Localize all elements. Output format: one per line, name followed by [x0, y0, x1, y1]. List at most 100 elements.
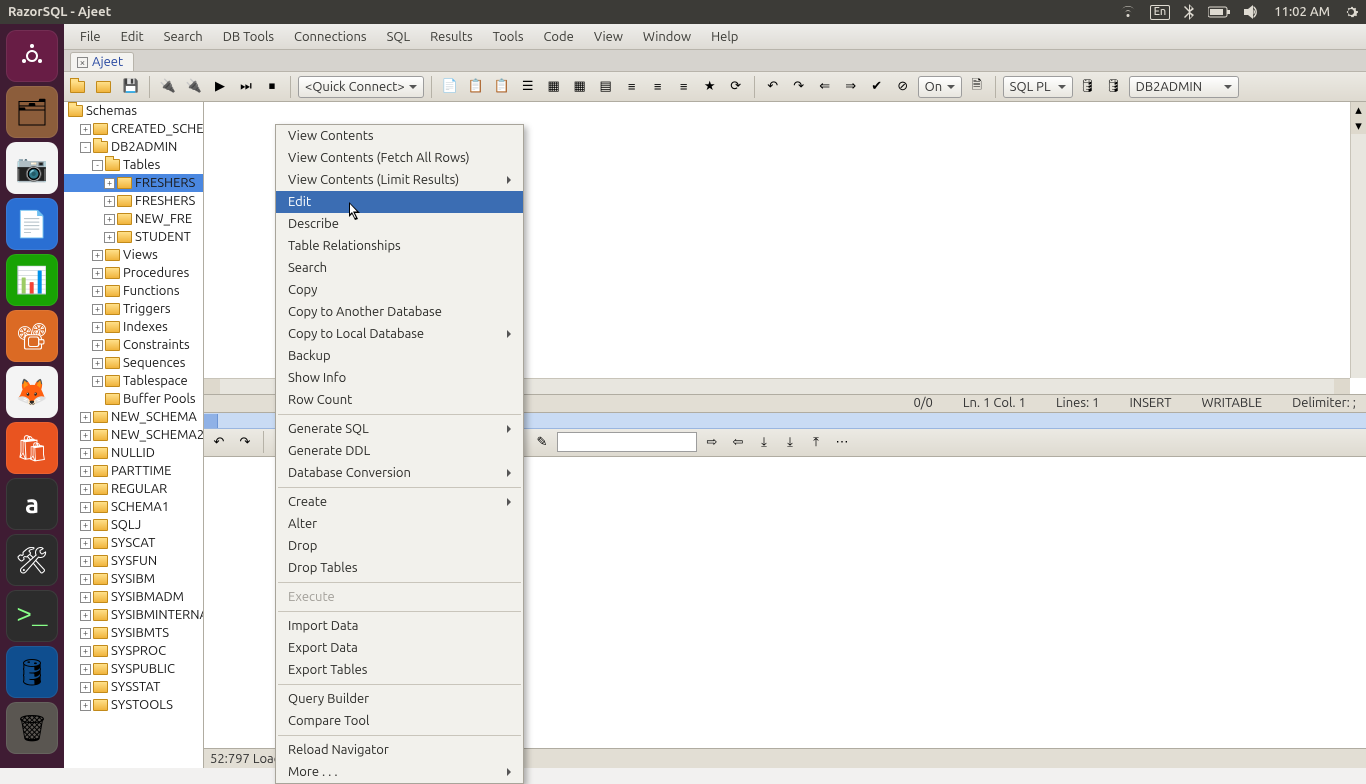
menu-file[interactable]: File: [70, 27, 111, 47]
tree-item[interactable]: +SCHEMA1: [64, 498, 203, 516]
expand-icon[interactable]: +: [104, 196, 115, 207]
context-menu-item[interactable]: Create: [276, 491, 523, 513]
stop-icon[interactable]: ⏹: [261, 76, 283, 98]
amazon-icon[interactable]: a: [6, 478, 58, 530]
tree-item[interactable]: +NULLID: [64, 444, 203, 462]
expand-icon[interactable]: +: [80, 574, 91, 585]
context-menu-item[interactable]: Search: [276, 257, 523, 279]
expand-icon[interactable]: +: [80, 664, 91, 675]
menu-window[interactable]: Window: [633, 27, 701, 47]
expand-icon[interactable]: +: [80, 592, 91, 603]
tree-item[interactable]: +SYSPUBLIC: [64, 660, 203, 678]
save-icon[interactable]: 💾: [120, 76, 142, 98]
tree-item[interactable]: +PARTTIME: [64, 462, 203, 480]
context-menu-item[interactable]: Generate SQL: [276, 418, 523, 440]
scroll-down-icon[interactable]: ▾: [1351, 118, 1366, 134]
disconnect-icon[interactable]: 🔌: [183, 76, 205, 98]
connection-tab[interactable]: × Ajeet: [70, 52, 134, 71]
new-sql-icon[interactable]: 📄: [439, 76, 461, 98]
context-menu-item[interactable]: Drop: [276, 535, 523, 557]
tree-item[interactable]: +SYSTOOLS: [64, 696, 203, 714]
tree-item[interactable]: Buffer Pools: [64, 390, 203, 408]
table-icon[interactable]: ▦: [543, 76, 565, 98]
expand-icon[interactable]: +: [104, 214, 115, 225]
align-right-icon[interactable]: ≡: [673, 76, 695, 98]
writer-icon[interactable]: 📄: [6, 198, 58, 250]
expand-icon[interactable]: +: [80, 628, 91, 639]
menu-dbtools[interactable]: DB Tools: [213, 27, 284, 47]
quick-connect-select[interactable]: <Quick Connect>: [298, 76, 424, 98]
expand-icon[interactable]: +: [92, 268, 103, 279]
list-icon[interactable]: ☰: [517, 76, 539, 98]
context-menu-item[interactable]: Show Info: [276, 367, 523, 389]
context-menu-item[interactable]: Query Builder: [276, 688, 523, 710]
tree-item[interactable]: +Sequences: [64, 354, 203, 372]
expand-icon[interactable]: +: [80, 538, 91, 549]
dash-home-icon[interactable]: [6, 30, 58, 82]
redo-icon[interactable]: ↷: [788, 76, 810, 98]
expand-icon[interactable]: +: [80, 502, 91, 513]
folder-open-icon[interactable]: [68, 76, 90, 98]
tree-item[interactable]: +Views: [64, 246, 203, 264]
expand-icon[interactable]: +: [80, 466, 91, 477]
db2-icon[interactable]: 🛢: [1103, 76, 1125, 98]
expand-icon[interactable]: +: [104, 232, 115, 243]
tree-root[interactable]: Schemas: [64, 102, 203, 120]
context-menu-item[interactable]: Compare Tool: [276, 710, 523, 732]
lang-select[interactable]: SQL PL: [1003, 76, 1073, 98]
collapse-icon[interactable]: -: [80, 142, 91, 153]
execute-icon[interactable]: ▶: [209, 76, 231, 98]
find-next-icon[interactable]: ⇨: [701, 431, 723, 453]
menu-sql[interactable]: SQL: [377, 27, 421, 47]
calc-icon[interactable]: 📊: [6, 254, 58, 306]
context-menu-item[interactable]: Generate DDL: [276, 440, 523, 462]
favorite-icon[interactable]: ★: [699, 76, 721, 98]
execute-all-icon[interactable]: ⏭: [235, 76, 257, 98]
tree-item[interactable]: +SYSPROC: [64, 642, 203, 660]
context-menu-item[interactable]: Row Count: [276, 389, 523, 411]
history-back-icon[interactable]: ↶: [208, 431, 230, 453]
scroll-up-icon[interactable]: ▴: [1351, 102, 1366, 118]
expand-icon[interactable]: +: [92, 376, 103, 387]
tree-item[interactable]: +CREATED_SCHEMA: [64, 120, 203, 138]
impress-icon[interactable]: 📽: [6, 310, 58, 362]
expand-icon[interactable]: +: [80, 484, 91, 495]
expand-icon[interactable]: +: [80, 412, 91, 423]
tree-item[interactable]: +SYSIBMTS: [64, 624, 203, 642]
razorsql-icon[interactable]: 🛢: [6, 646, 58, 698]
gear-icon[interactable]: [1344, 5, 1358, 19]
expand-icon[interactable]: +: [80, 646, 91, 657]
rollback-icon[interactable]: ⊘: [892, 76, 914, 98]
menu-edit[interactable]: Edit: [111, 27, 154, 47]
collapse-icon[interactable]: -: [92, 160, 103, 171]
trash-icon[interactable]: 🗑: [6, 702, 58, 754]
import-icon[interactable]: ⤒: [805, 431, 827, 453]
tree-item[interactable]: +Procedures: [64, 264, 203, 282]
settings-icon[interactable]: 🛠: [6, 534, 58, 586]
context-menu-item[interactable]: View Contents (Limit Results): [276, 169, 523, 191]
tree-item[interactable]: +Functions: [64, 282, 203, 300]
tree-item[interactable]: +SYSIBMINTERNA: [64, 606, 203, 624]
context-menu-item[interactable]: Copy: [276, 279, 523, 301]
history-fwd-icon[interactable]: ↷: [234, 431, 256, 453]
tree-item[interactable]: -DB2ADMIN: [64, 138, 203, 156]
context-menu-item[interactable]: Export Data: [276, 637, 523, 659]
vertical-scrollbar[interactable]: ▴ ▾: [1350, 102, 1366, 378]
find-prev-icon[interactable]: ⇦: [727, 431, 749, 453]
expand-icon[interactable]: +: [92, 250, 103, 261]
firefox-icon[interactable]: 🦊: [6, 366, 58, 418]
expand-icon[interactable]: +: [104, 178, 115, 189]
align-center-icon[interactable]: ≡: [647, 76, 669, 98]
tree-item[interactable]: +NEW_FRE: [64, 210, 203, 228]
undo-icon[interactable]: ↶: [762, 76, 784, 98]
context-menu-item[interactable]: View Contents: [276, 125, 523, 147]
tree-item[interactable]: +NEW_SCHEMA: [64, 408, 203, 426]
keyboard-lang[interactable]: En: [1150, 5, 1171, 20]
tree-item[interactable]: +Indexes: [64, 318, 203, 336]
scroll-right-icon[interactable]: [1334, 379, 1350, 394]
menu-tools[interactable]: Tools: [483, 27, 534, 47]
software-center-icon[interactable]: 🛍: [6, 422, 58, 474]
table2-icon[interactable]: ▦: [569, 76, 591, 98]
schema-select[interactable]: DB2ADMIN: [1129, 76, 1239, 98]
context-menu-item[interactable]: Table Relationships: [276, 235, 523, 257]
